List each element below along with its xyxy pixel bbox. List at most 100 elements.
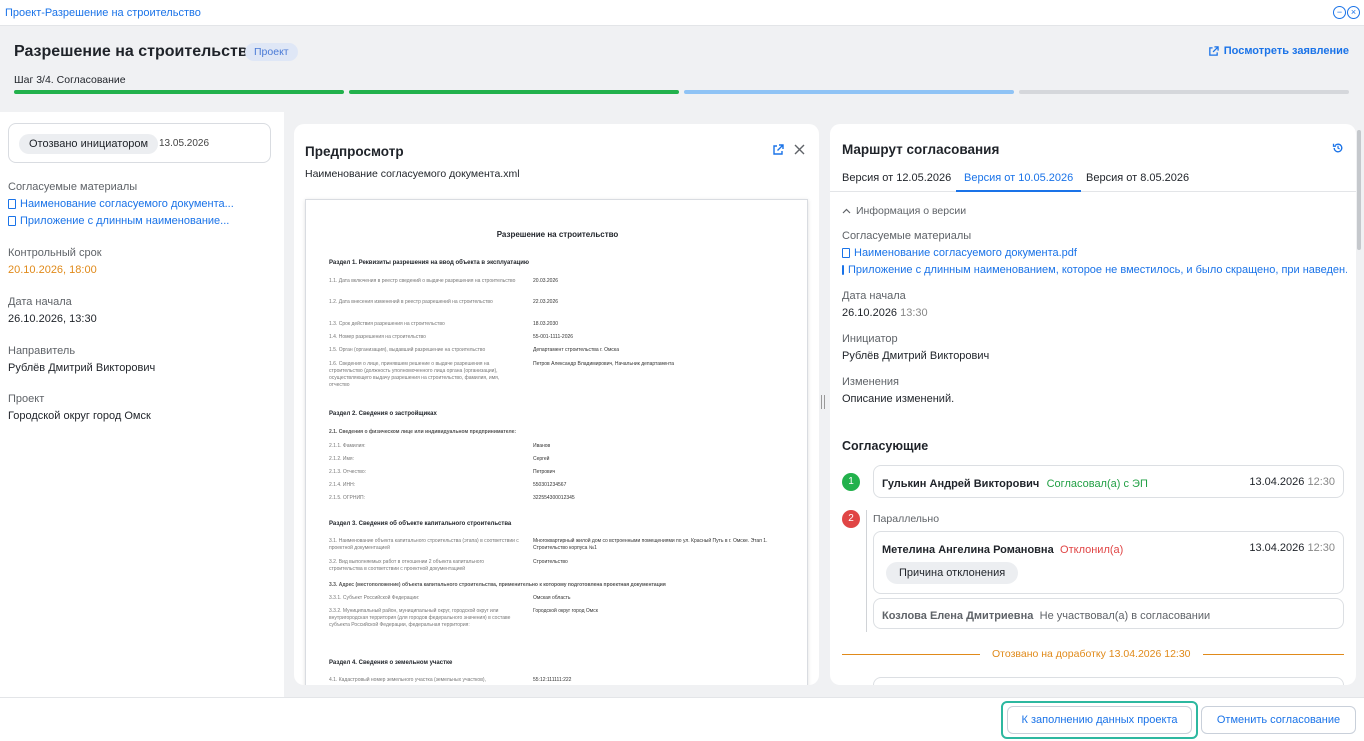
window-titlebar: Проект-Разрешение на строительство − × — [0, 0, 1364, 26]
doc-row-value: Петров Александр Владимирович, Начальник… — [533, 361, 675, 367]
approver-date: 13.04.2026 — [1249, 476, 1305, 488]
doc-row-value: 55-001-1111-2026 — [533, 334, 574, 340]
approver-info: Гулькин Андрей Викторович Согласовал(а) … — [882, 476, 1148, 490]
step-number-1: 1 — [842, 473, 860, 491]
next-card-partial — [873, 677, 1344, 685]
changes-label: Изменения — [842, 376, 899, 388]
details-sidebar: Отозвано инициатором 13.05.2026 Согласуе… — [0, 112, 284, 697]
doc-row-label: 3.2. Вид выполняемых работ в отношении 2… — [329, 559, 485, 572]
doc-row-label: 2.1.3. Отчество: — [329, 469, 367, 475]
route-materials-label: Согласуемые материалы — [842, 230, 972, 242]
preview-actions — [772, 144, 805, 156]
route-start-time: 13:30 — [900, 307, 928, 319]
deadline-label: Контрольный срок — [8, 247, 102, 259]
close-icon[interactable]: × — [1347, 6, 1360, 19]
doc-row-value: Многоквартирный жилой дом со встроенными… — [533, 538, 768, 551]
approver-card-rejected[interactable]: Метелина Ангелина Романовна Отклонил(а) … — [873, 531, 1344, 594]
page-header: Разрешение на строительство Проект Посмо… — [0, 26, 1364, 112]
route-material-link-2[interactable]: Приложение с длинным наименованием, кото… — [842, 264, 1347, 276]
approver-card-not-participated[interactable]: Козлова Елена Дмитриевна Не участвовал(а… — [873, 598, 1344, 629]
doc-row-label: 2.1.1. Фамилия: — [329, 443, 366, 449]
status-badge: Проект — [245, 43, 298, 61]
doc-heading: Разрешение на строительство — [496, 230, 619, 239]
progress-step-2 — [349, 90, 679, 94]
doc-row-label: 1.5. Орган (организация), выдавший разре… — [329, 347, 486, 353]
history-icon[interactable] — [1332, 142, 1344, 157]
chevron-up-icon — [842, 208, 851, 214]
doc-row-value: Петрович — [533, 469, 556, 475]
open-external-icon[interactable] — [772, 144, 784, 156]
approver-name: Козлова Елена Дмитриевна — [882, 610, 1034, 622]
doc-row-label: 3.1. Наименование объекта капитального с… — [329, 538, 519, 551]
approver-status: Отклонил(а) — [1060, 544, 1124, 556]
doc-row-value: Строительство — [533, 559, 568, 565]
status-date: 13.05.2026 — [159, 138, 210, 149]
doc-subsection: 2.1. Сведения о физическом лице или инди… — [329, 429, 517, 435]
doc-row-value: Департамент строительства г. Омска — [533, 347, 619, 353]
tab-version-12-05[interactable]: Версия от 12.05.2026 — [842, 172, 951, 192]
progress-step-3 — [684, 90, 1014, 94]
doc-row-label: 2.1.4. ИНН: — [329, 482, 356, 488]
doc-row-label: 3.3.2. Муниципальный район, муниципальны… — [329, 608, 511, 628]
document-icon — [8, 199, 16, 209]
step-number-2: 2 — [842, 510, 860, 528]
tab-version-10-05[interactable]: Версия от 10.05.2026 — [956, 172, 1082, 192]
route-material-link-1[interactable]: Наименование согласуемого документа.pdf — [842, 247, 1347, 259]
doc-row-value: 322554300012345 — [533, 495, 575, 501]
approver-name: Гулькин Андрей Викторович — [882, 478, 1040, 490]
approver-time: 12:30 — [1307, 542, 1335, 554]
doc-section-2: Раздел 2. Сведения о застройщиках — [329, 411, 437, 417]
minimize-icon[interactable]: − — [1333, 6, 1346, 19]
approver-card[interactable]: Гулькин Андрей Викторович Согласовал(а) … — [873, 465, 1344, 498]
close-preview-icon[interactable] — [794, 144, 805, 155]
fill-project-data-button[interactable]: К заполнению данных проекта — [1007, 706, 1192, 734]
preview-panel: Предпросмотр Наименование согласуемого д… — [294, 124, 819, 685]
doc-row-value: 22.03.2026 — [533, 299, 559, 305]
page-scrollbar[interactable] — [1357, 130, 1361, 250]
tab-version-08-05[interactable]: Версия от 8.05.2026 — [1086, 172, 1189, 192]
doc-section-4: Раздел 4. Сведения о земельном участке — [329, 660, 453, 666]
approver-status: Согласовал(а) с ЭП — [1046, 478, 1148, 490]
version-tabs: Версия от 12.05.2026 Версия от 10.05.202… — [830, 172, 1356, 192]
approver-datetime: 13.04.2026 12:30 — [1249, 542, 1335, 554]
approver-info: Козлова Елена Дмитриевна Не участвовал(а… — [882, 608, 1210, 622]
progress-step-4 — [1019, 90, 1349, 94]
doc-row-label: 1.1. Дата включения в реестр сведений о … — [329, 278, 516, 284]
approvers-title: Согласующие — [842, 439, 929, 453]
initiator-label: Инициатор — [842, 333, 898, 345]
window-title: Проект-Разрешение на строительство — [5, 6, 201, 19]
initiator-value: Рублёв Дмитрий Викторович — [842, 350, 990, 362]
material-link-2-label: Приложение с длинным наименование... — [20, 215, 230, 227]
doc-row-label: 1.3. Срок действия разрешения на строите… — [329, 321, 445, 327]
sender-value: Рублёв Дмитрий Викторович — [8, 362, 156, 374]
cancel-approval-button[interactable]: Отменить согласование — [1201, 706, 1356, 734]
panel-resize-handle[interactable] — [821, 395, 825, 409]
doc-row-label: 1.6. Сведения о лице, принявшем решение … — [329, 361, 500, 388]
version-info-toggle[interactable]: Информация о версии — [842, 205, 966, 217]
window-controls: − × — [1333, 6, 1360, 19]
view-application-link[interactable]: Посмотреть заявление — [1208, 45, 1349, 57]
page-title: Разрешение на строительство — [14, 43, 258, 60]
start-label: Дата начала — [8, 296, 72, 308]
doc-row-label: 3.3.1. Субъект Российской Федерации: — [329, 595, 420, 601]
materials-label: Согласуемые материалы — [8, 181, 138, 193]
approver-info: Метелина Ангелина Романовна Отклонил(а) — [882, 542, 1123, 556]
route-start-date: 26.10.2026 — [842, 307, 898, 319]
doc-section-1: Раздел 1. Реквизиты разрешения на ввод о… — [329, 260, 530, 266]
step-indicator: Шаг 3/4. Согласование — [14, 74, 126, 86]
approval-route-panel: Маршрут согласования Версия от 12.05.202… — [830, 124, 1356, 685]
document-icon — [842, 265, 844, 275]
deadline-value: 20.10.2026, 18:00 — [8, 264, 97, 276]
doc-row-label: 2.1.2. Имя: — [329, 456, 355, 462]
document-page: Разрешение на строительство Раздел 1. Ре… — [305, 199, 808, 685]
material-link-2[interactable]: Приложение с длинным наименование... — [8, 215, 229, 227]
rejection-reason-chip[interactable]: Причина отклонения — [886, 562, 1019, 584]
version-info-label: Информация о версии — [856, 205, 967, 217]
project-label: Проект — [8, 393, 45, 405]
preview-filename: Наименование согласуемого документа.xml — [305, 168, 520, 180]
doc-row-value: Омская область — [533, 595, 571, 601]
material-link-1-label: Наименование согласуемого документа... — [20, 198, 234, 210]
status-pill: Отозвано инициатором — [19, 134, 159, 154]
changes-value: Описание изменений. — [842, 393, 955, 405]
material-link-1[interactable]: Наименование согласуемого документа... — [8, 198, 234, 210]
